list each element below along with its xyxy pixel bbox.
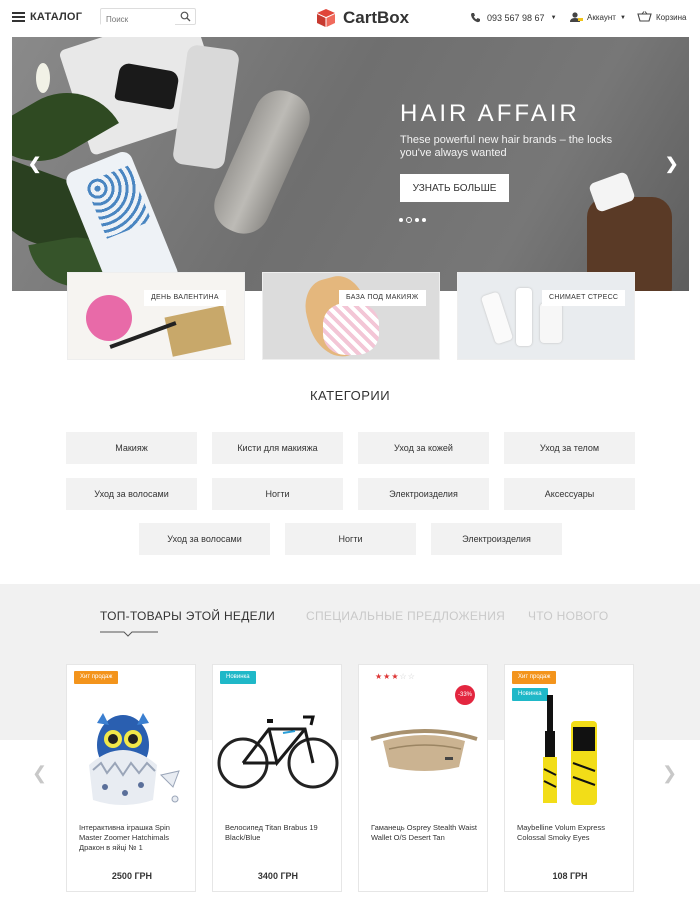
logo-text: CartBox <box>343 8 410 27</box>
promo-banner-valentine[interactable]: ДЕНЬ ВАЛЕНТИНА <box>67 272 245 360</box>
tab-active-indicator <box>100 631 158 637</box>
product-image <box>89 713 180 805</box>
slider-dot[interactable] <box>422 218 426 222</box>
category-nails-2[interactable]: Ногти <box>285 523 416 555</box>
slider-dot[interactable] <box>399 218 403 222</box>
product-name[interactable]: Інтерактивна іграшка Spin Master Zoomer … <box>79 823 191 853</box>
promo-label: БАЗА ПОД МАКИЯЖ <box>339 290 426 306</box>
category-skincare[interactable]: Уход за кожей <box>358 432 489 464</box>
tab-whats-new[interactable]: ЧТО НОВОГО <box>528 609 609 623</box>
tab-special-offers[interactable]: СПЕЦИАЛЬНЫЕ ПРЕДЛОЖЕНИЯ <box>306 609 505 623</box>
catalog-link[interactable]: КАТАЛОГ <box>30 11 82 23</box>
product-name[interactable]: Гаманець Osprey Stealth Waist Wallet O/S… <box>371 823 483 843</box>
product-card[interactable]: ★★★☆☆ -33% Гаманець Osprey Stealth Waist… <box>358 664 488 892</box>
category-bodycare[interactable]: Уход за телом <box>504 432 635 464</box>
phone-number: 093 567 98 67 <box>487 12 545 23</box>
product-price: 3400 ГРН <box>257 871 299 881</box>
learn-more-button[interactable]: УЗНАТЬ БОЛЬШЕ <box>400 174 509 202</box>
hero-prev-arrow[interactable]: ❮ <box>28 154 41 174</box>
product-price: 2500 ГРН <box>111 871 153 881</box>
menu-icon[interactable] <box>12 12 25 22</box>
slider-dots <box>399 217 429 223</box>
product-image <box>370 729 478 771</box>
category-electronics[interactable]: Электроизделия <box>358 478 489 510</box>
account-dropdown[interactable]: Аккаунт ▼ <box>569 12 626 23</box>
promo-image <box>323 303 379 355</box>
slider-dot-active[interactable] <box>406 217 412 223</box>
category-haircare-2[interactable]: Уход за волосами <box>139 523 270 555</box>
bestseller-badge: Хит продаж <box>512 671 557 684</box>
promo-banner-primer[interactable]: БАЗА ПОД МАКИЯЖ <box>262 272 440 360</box>
search-icon[interactable] <box>180 11 191 22</box>
hero-slider: ❮ ❯ HAIR AFFAIR These powerful new hair … <box>12 37 689 291</box>
discount-badge: -33% <box>455 685 475 705</box>
promo-label: СНИМАЕТ СТРЕСС <box>542 290 626 306</box>
cart-link[interactable]: Корзина <box>637 11 686 23</box>
product-tabs: ТОП-ТОВАРЫ ЭТОЙ НЕДЕЛИ СПЕЦИАЛЬНЫЕ ПРЕДЛ… <box>0 609 700 629</box>
phone-icon <box>471 13 480 23</box>
hero-title: HAIR AFFAIR <box>400 100 580 127</box>
caret-down-icon: ▼ <box>550 14 557 21</box>
promo-image <box>480 291 514 345</box>
product-image <box>217 715 339 789</box>
products-prev-arrow[interactable]: ❮ <box>32 763 47 784</box>
category-brushes[interactable]: Кисти для макияжа <box>212 432 343 464</box>
basket-icon <box>637 11 652 22</box>
product-name[interactable]: Велосипед Titan Brabus 19 Black/Blue <box>225 823 337 843</box>
hero-subtitle: These powerful new hair brands – the loc… <box>400 134 613 159</box>
products-next-arrow[interactable]: ❯ <box>662 763 677 784</box>
promo-image <box>164 305 232 357</box>
promo-image <box>540 303 562 343</box>
cart-label: Корзина <box>656 12 687 22</box>
caret-down-icon: ▼ <box>619 14 626 21</box>
phone-dropdown[interactable]: 093 567 98 67 ▼ <box>470 12 557 23</box>
account-label: Аккаунт <box>587 13 616 22</box>
product-card[interactable]: Хит продаж Новинка Maybelline Volum Expr… <box>504 664 634 892</box>
category-nails[interactable]: Ногти <box>212 478 343 510</box>
promo-banner-stress[interactable]: СНИМАЕТ СТРЕСС <box>457 272 635 360</box>
promo-image <box>86 295 132 341</box>
product-image <box>543 695 597 805</box>
site-logo[interactable]: CartBox <box>315 6 409 30</box>
promo-image <box>516 288 532 346</box>
product-price: 108 ГРН <box>552 871 588 881</box>
category-accessories[interactable]: Аксессуары <box>504 478 635 510</box>
flower <box>36 63 50 93</box>
new-badge: Новинка <box>220 671 256 684</box>
product-card[interactable]: Хит продаж Інтерактивна іграшка Spin Mas… <box>66 664 196 892</box>
categories-title: КАТЕГОРИИ <box>309 388 391 403</box>
category-electronics-2[interactable]: Электроизделия <box>431 523 562 555</box>
site-header: КАТАЛОГ CartBox 093 567 98 67 ▼ Аккаунт … <box>0 0 700 36</box>
category-makeup[interactable]: Макияж <box>66 432 197 464</box>
tab-top-products[interactable]: ТОП-ТОВАРЫ ЭТОЙ НЕДЕЛИ <box>100 609 275 623</box>
search-box <box>100 8 196 27</box>
promo-label: ДЕНЬ ВАЛЕНТИНА <box>144 290 226 306</box>
product-name[interactable]: Maybelline Volum Express Colossal Smoky … <box>517 823 629 843</box>
product-card[interactable]: Новинка Велосипед Titan Brabus 19 Black/… <box>212 664 342 892</box>
bestseller-badge: Хит продаж <box>74 671 119 684</box>
user-icon <box>570 12 583 22</box>
category-haircare[interactable]: Уход за волосами <box>66 478 197 510</box>
hero-next-arrow[interactable]: ❯ <box>665 154 678 174</box>
rating-stars: ★★★☆☆ <box>375 672 416 681</box>
search-input[interactable] <box>101 12 175 27</box>
slider-dot[interactable] <box>415 218 419 222</box>
box-logo-icon <box>317 9 335 27</box>
